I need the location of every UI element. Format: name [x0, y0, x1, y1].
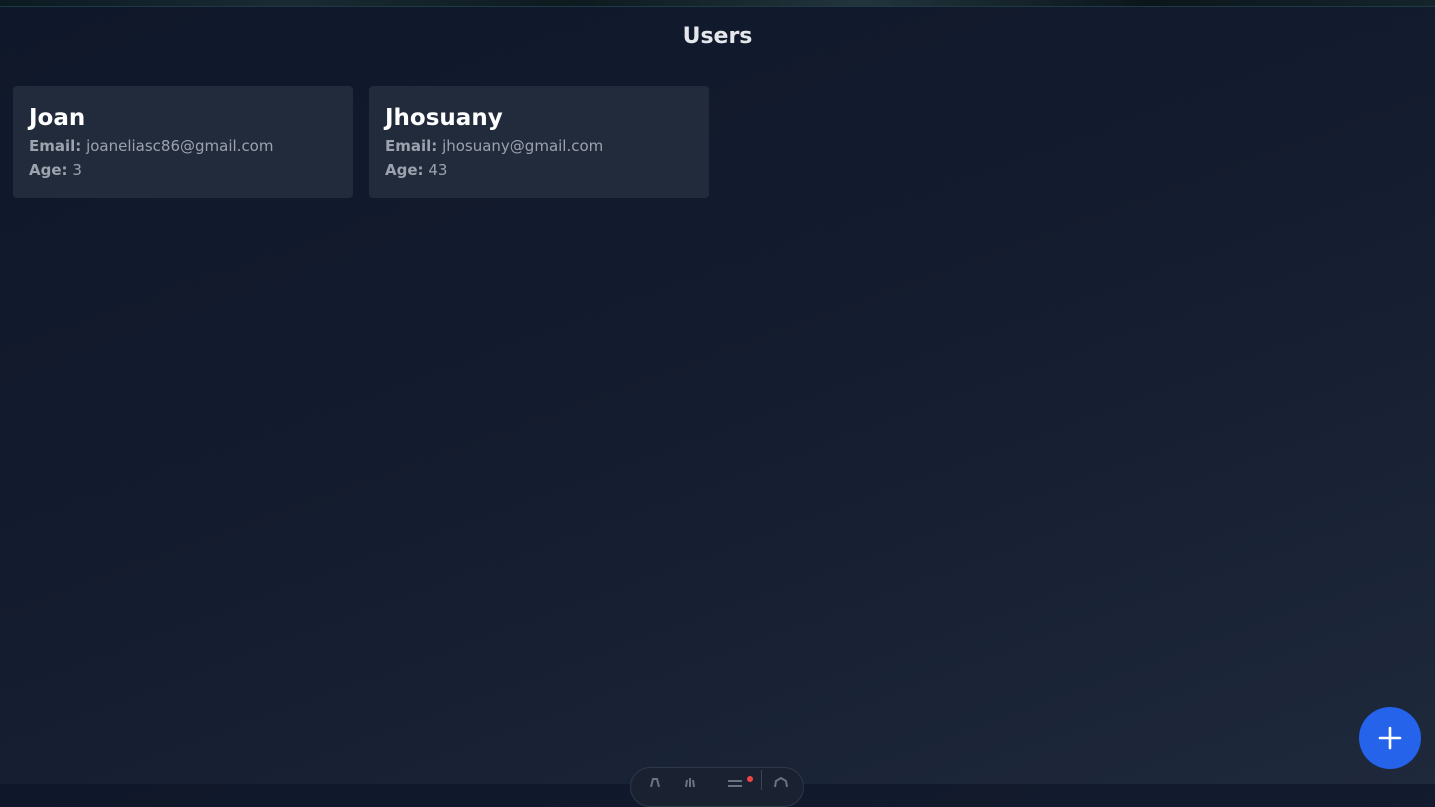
notification-dot — [747, 776, 753, 782]
age-label: Age: — [385, 161, 424, 179]
user-email: jhosuany@gmail.com — [442, 137, 604, 155]
user-name: Joan — [29, 105, 86, 131]
user-age: 3 — [72, 161, 82, 179]
user-email: joaneliasc86@gmail.com — [86, 137, 274, 155]
bottom-dock-toolbar — [630, 767, 804, 807]
user-age-row: Age: 43 — [385, 158, 693, 182]
age-label: Age: — [29, 161, 68, 179]
user-card[interactable]: Jhosuany Email: jhosuany@gmail.com Age: … — [369, 86, 709, 198]
pointer-icon[interactable] — [645, 775, 665, 787]
top-image-strip — [0, 0, 1435, 7]
user-name: Jhosuany — [385, 105, 503, 131]
gear-icon[interactable] — [771, 775, 791, 787]
plus-icon — [1378, 726, 1402, 750]
user-age: 43 — [428, 161, 448, 179]
user-age-row: Age: 3 — [29, 158, 337, 182]
add-user-button[interactable] — [1359, 707, 1421, 769]
page-title: Users — [682, 24, 753, 49]
email-label: Email: — [385, 137, 438, 155]
user-email-row: Email: joaneliasc86@gmail.com — [29, 134, 337, 158]
menu-icon[interactable] — [725, 775, 745, 787]
email-label: Email: — [29, 137, 82, 155]
hand-icon[interactable] — [681, 775, 701, 787]
user-card[interactable]: Joan Email: joaneliasc86@gmail.com Age: … — [13, 86, 353, 198]
dock-divider — [761, 770, 762, 790]
user-email-row: Email: jhosuany@gmail.com — [385, 134, 693, 158]
